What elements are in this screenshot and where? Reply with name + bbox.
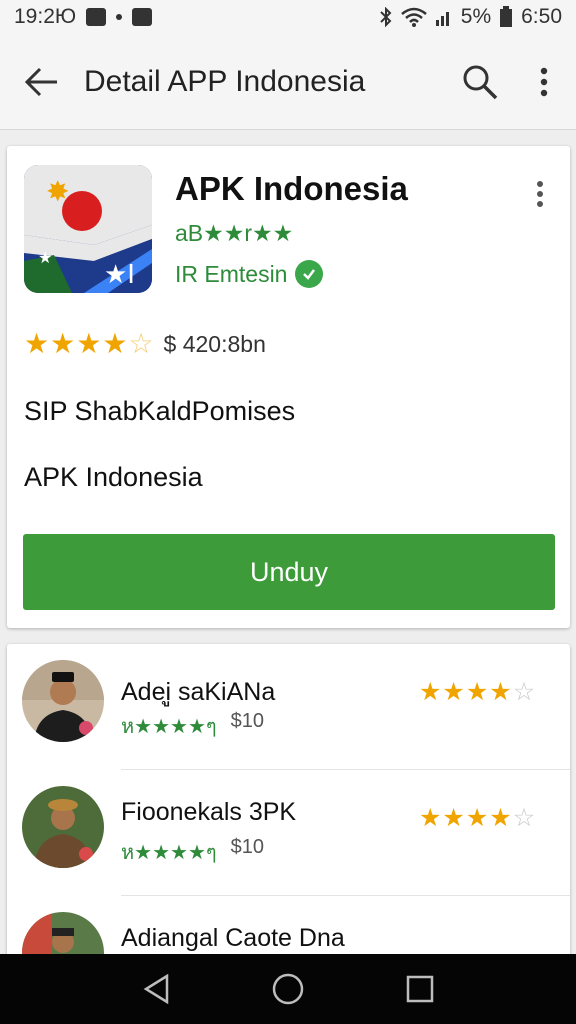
verified-badge-icon — [295, 260, 324, 288]
square-recents-icon — [406, 975, 434, 1003]
star-icon: ★ — [465, 678, 489, 706]
list-item-name: Adiangal Caote Dna — [121, 924, 345, 952]
list-item-price: $10 — [230, 710, 265, 732]
back-arrow-icon — [25, 67, 57, 96]
download-button[interactable]: Unduy — [23, 534, 555, 610]
svg-text:✸: ✸ — [46, 175, 69, 208]
status-bar: 19:2Ю 5% 6:50 — [0, 0, 576, 34]
star-icon: ★ — [24, 328, 50, 359]
list-item-mini-stars: ห★★★★ๆ — [121, 716, 217, 738]
star-icon: ★ — [442, 804, 465, 832]
battery-icon — [500, 6, 513, 27]
star-icon: ★ — [489, 678, 512, 706]
star-icon: ★ — [465, 804, 489, 832]
app-bar: Detail APP Indonesia — [0, 34, 576, 130]
list-item-rating: ★ ★ ★ ★ ☆ — [419, 806, 535, 831]
more-vert-icon — [537, 181, 543, 207]
signal-icon — [435, 12, 449, 26]
rating-row: ★ ★ ★ ★ ☆ $ 420:8bn — [24, 330, 266, 358]
list-item-name: Adeiู saKiANa — [121, 678, 276, 706]
avatar — [22, 660, 104, 742]
card-more-button[interactable] — [525, 174, 555, 214]
more-options-button[interactable] — [512, 34, 576, 130]
battery-percent: 5% — [460, 5, 492, 28]
navigation-bar — [0, 954, 576, 1024]
avatar — [22, 786, 104, 868]
star-icon: ★ — [102, 328, 128, 359]
nav-recents-button[interactable] — [390, 959, 450, 1019]
half-star-icon: ☆ — [128, 328, 154, 359]
back-button[interactable] — [0, 34, 84, 130]
app-developer: aB★★r★★ — [175, 220, 294, 246]
more-vert-icon — [540, 67, 548, 96]
list-item-price: $10 — [230, 836, 265, 858]
list-item-rating: ★ ★ ★ ★ ☆ — [419, 680, 535, 705]
circle-home-icon — [272, 973, 304, 1005]
star-icon: ★ — [76, 328, 102, 359]
rating-stars: ★ ★ ★ ★ ☆ — [24, 330, 154, 358]
empty-star-icon: ☆ — [512, 804, 536, 832]
app-icon[interactable]: ✸ ★I ★ — [24, 165, 152, 293]
star-icon: ★ — [442, 678, 465, 706]
search-button[interactable] — [448, 34, 512, 130]
page-title: Detail APP Indonesia — [84, 64, 366, 98]
list-item-meta: ห★★★★ๆ $10 — [121, 710, 264, 742]
app-name: APK Indonesia — [175, 170, 408, 207]
description-line-2: APK Indonesia — [24, 462, 203, 492]
star-icon: ★ — [419, 678, 442, 706]
photo-notification-icon — [132, 8, 153, 26]
svg-text:★: ★ — [38, 248, 52, 267]
nav-back-button[interactable] — [126, 959, 186, 1019]
list-item-mini-stars: ห★★★★ๆ — [121, 842, 217, 864]
app-category: IR Emtesin — [175, 260, 324, 288]
list-item[interactable]: Adeiู saKiANa ห★★★★ๆ $10 ★ ★ ★ ★ ☆ — [7, 644, 570, 770]
rating-meta: $ 420:8bn — [163, 330, 266, 357]
empty-star-icon: ☆ — [512, 678, 536, 706]
dot-notification-icon — [116, 14, 123, 20]
list-item[interactable]: Fioonekals 3PK ห★★★★ๆ $10 ★ ★ ★ ★ ☆ — [7, 770, 570, 896]
status-time-right: 6:50 — [521, 5, 562, 28]
svg-text:★I: ★I — [104, 260, 135, 290]
status-time-left: 19:2Ю — [14, 5, 77, 28]
star-icon: ★ — [419, 804, 442, 832]
app-category-label: IR Emtesin — [175, 260, 288, 287]
related-apps-list: Adeiู saKiANa ห★★★★ๆ $10 ★ ★ ★ ★ ☆ Fioon… — [7, 644, 570, 974]
bluetooth-icon — [380, 7, 392, 27]
triangle-back-icon — [143, 973, 169, 1005]
star-icon: ★ — [489, 804, 512, 832]
image-notification-icon — [86, 8, 107, 26]
list-item-name: Fioonekals 3PK — [121, 798, 297, 826]
list-item-meta: ห★★★★ๆ $10 — [121, 836, 264, 868]
search-icon — [463, 65, 498, 99]
nav-home-button[interactable] — [258, 959, 318, 1019]
description-line-1: SIP ShabKaldPomises — [24, 396, 296, 426]
app-detail-card: ✸ ★I ★ APK Indonesia aB★★r★★ IR Emtesin … — [7, 146, 570, 628]
star-icon: ★ — [50, 328, 76, 359]
wifi-icon — [400, 7, 427, 27]
